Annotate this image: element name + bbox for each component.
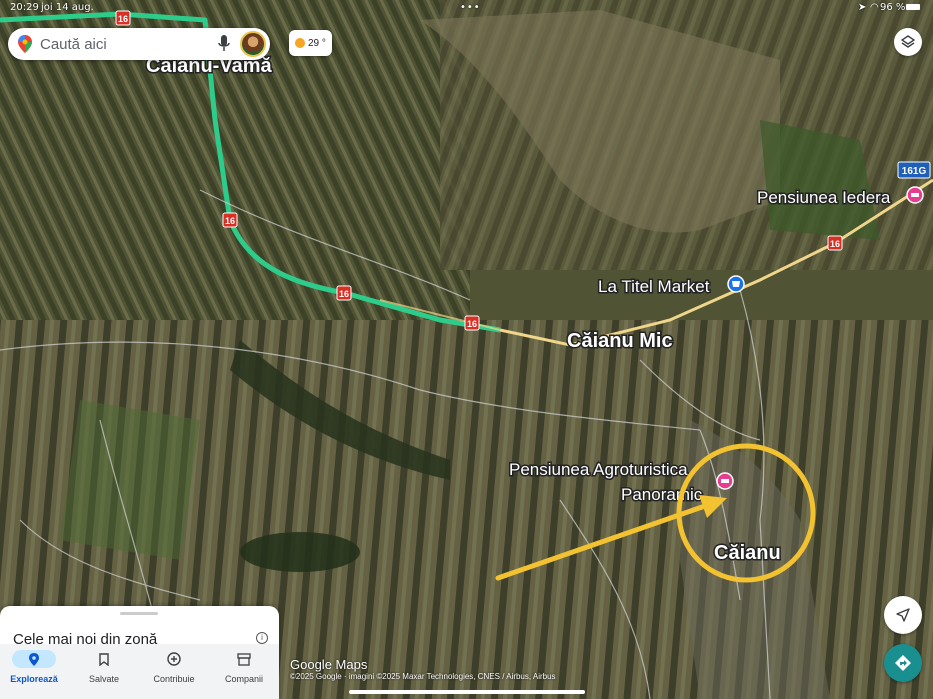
place-label-caianu[interactable]: Căianu — [713, 541, 783, 566]
status-battery: 96 % — [880, 2, 906, 13]
multitasking-dots-icon[interactable]: ••• — [460, 2, 481, 13]
wifi-icon: ◠ — [870, 2, 879, 13]
svg-text:16: 16 — [467, 319, 477, 329]
poi-label-la-titel-market[interactable]: La Titel Market — [597, 276, 712, 298]
home-indicator[interactable] — [349, 690, 585, 694]
location-pin-icon — [12, 650, 56, 668]
weather-temp: 29 ° — [308, 37, 326, 49]
avatar[interactable] — [240, 31, 266, 57]
bookmark-icon — [70, 650, 138, 668]
my-location-button[interactable] — [884, 596, 922, 634]
nav-label: Explorează — [10, 674, 58, 684]
nav-business[interactable]: Companii — [210, 650, 278, 684]
layers-icon — [901, 35, 915, 48]
layers-button[interactable] — [894, 28, 922, 56]
google-maps-logo: Google Maps — [290, 657, 368, 672]
hotel-pin-icon[interactable] — [906, 186, 924, 204]
directions-button[interactable] — [884, 644, 922, 682]
poi-label-pensiunea-iedera[interactable]: Pensiunea Iedera — [756, 187, 893, 209]
location-arrow-icon: ➤ — [858, 2, 867, 13]
road-shield-16-b: 16 — [222, 212, 238, 228]
info-icon[interactable]: i — [256, 632, 268, 644]
nav-saved[interactable]: Salvate — [70, 650, 138, 684]
battery-icon — [906, 4, 920, 10]
status-time: 20:29 — [10, 2, 39, 13]
poi-label-panoramic[interactable]: Panoramic — [620, 484, 705, 506]
microphone-icon[interactable] — [218, 35, 230, 53]
directions-icon — [895, 655, 911, 671]
svg-text:161G: 161G — [902, 166, 927, 177]
weather-chip[interactable]: 29 ° — [289, 30, 332, 56]
storefront-icon — [210, 650, 278, 668]
road-shield-16-d: 16 — [464, 315, 480, 331]
place-label-caianu-mic[interactable]: Căianu Mic — [566, 329, 675, 354]
nav-label: Salvate — [88, 674, 120, 684]
sun-icon — [295, 38, 305, 48]
bottom-nav: Explorează Salvate Contribuie Companii — [0, 644, 279, 699]
add-circle-icon — [140, 650, 208, 668]
nav-explore[interactable]: Explorează — [0, 650, 68, 684]
status-date: joi 14 aug. — [41, 2, 94, 13]
poi-label-pensiunea-agroturistica[interactable]: Pensiunea Agroturistica — [508, 459, 690, 481]
road-shield-16-e: 16 — [827, 235, 843, 251]
search-bar[interactable]: Caută aici — [8, 28, 270, 60]
google-maps-pin-icon — [18, 35, 32, 53]
svg-text:16: 16 — [830, 239, 840, 249]
nav-label: Contribuie — [153, 674, 195, 684]
svg-text:16: 16 — [118, 14, 128, 24]
road-shield-161g: 161G — [897, 161, 931, 179]
svg-text:16: 16 — [339, 289, 349, 299]
bottom-sheet[interactable]: Cele mai noi din zonă i Explorează Salva… — [0, 606, 279, 699]
shopping-pin-icon[interactable] — [727, 275, 745, 293]
nav-label: Companii — [224, 674, 264, 684]
svg-text:16: 16 — [225, 216, 235, 226]
navigation-arrow-icon — [896, 608, 910, 622]
road-shield-16-a: 16 — [115, 10, 131, 26]
map-copyright[interactable]: ©2025 Google · imagini ©2025 Maxar Techn… — [290, 672, 556, 681]
sheet-grabber[interactable] — [120, 612, 158, 615]
road-shield-16-c: 16 — [336, 285, 352, 301]
nav-contribute[interactable]: Contribuie — [140, 650, 208, 684]
satellite-map[interactable]: 16 16 16 16 16 161G Căianu-Vamă Căianu M… — [0, 0, 933, 699]
search-input[interactable]: Caută aici — [40, 36, 107, 53]
hotel-pin-icon[interactable] — [716, 472, 734, 490]
